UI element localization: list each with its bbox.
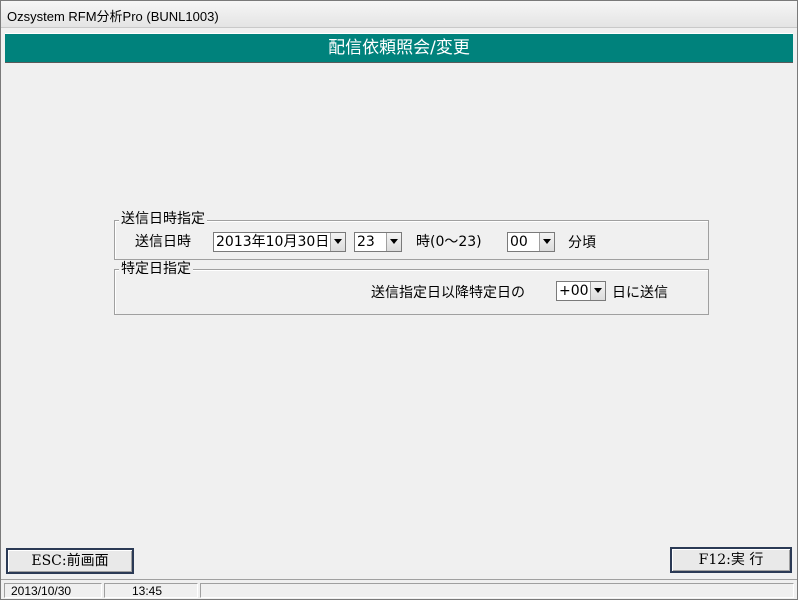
- chevron-down-icon: [594, 288, 602, 293]
- send-hour-dropdown-button[interactable]: [386, 233, 401, 251]
- specific-day-legend: 特定日指定: [119, 261, 193, 277]
- send-date-dropdown-button[interactable]: [330, 233, 345, 251]
- status-bar: 2013/10/30 13:45: [1, 579, 797, 599]
- specific-day-offset-select[interactable]: +00: [556, 281, 606, 301]
- page-title: 配信依頼照会/変更: [5, 33, 793, 63]
- send-minute-select[interactable]: 00: [507, 232, 555, 252]
- send-date-value: 2013年10月30日: [216, 234, 330, 250]
- status-message-cell: [200, 583, 794, 598]
- specific-day-offset-dropdown-button[interactable]: [590, 282, 605, 300]
- status-time-cell: 13:45: [104, 583, 198, 598]
- send-hour-select[interactable]: 23: [354, 232, 402, 252]
- specific-day-offset-value: +00: [559, 283, 589, 299]
- chevron-down-icon: [543, 239, 551, 244]
- chevron-down-icon: [390, 239, 398, 244]
- specific-day-label: 送信指定日以降特定日の: [371, 285, 525, 301]
- status-date-cell: 2013/10/30: [4, 583, 102, 598]
- status-time: 13:45: [132, 584, 163, 598]
- specific-day-suffix-label: 日に送信: [612, 285, 668, 301]
- send-hour-value: 23: [357, 234, 375, 250]
- send-date-select[interactable]: 2013年10月30日: [213, 232, 346, 252]
- chevron-down-icon: [334, 239, 342, 244]
- hour-suffix-label: 時(0～23): [416, 234, 482, 250]
- esc-back-button[interactable]: ESC:前画面: [6, 548, 134, 574]
- send-minute-value: 00: [510, 234, 528, 250]
- window-title: Ozsystem RFM分析Pro (BUNL1003): [7, 9, 219, 24]
- title-bar: Ozsystem RFM分析Pro (BUNL1003): [1, 1, 797, 28]
- app-window: Ozsystem RFM分析Pro (BUNL1003) 配信依頼照会/変更 送…: [0, 0, 798, 600]
- status-date: 2013/10/30: [11, 584, 72, 598]
- send-datetime-label: 送信日時: [135, 234, 191, 250]
- send-datetime-legend: 送信日時指定: [119, 211, 207, 227]
- send-minute-dropdown-button[interactable]: [539, 233, 554, 251]
- minute-suffix-label: 分頃: [568, 235, 596, 251]
- f12-execute-button[interactable]: F12:実 行: [670, 547, 792, 573]
